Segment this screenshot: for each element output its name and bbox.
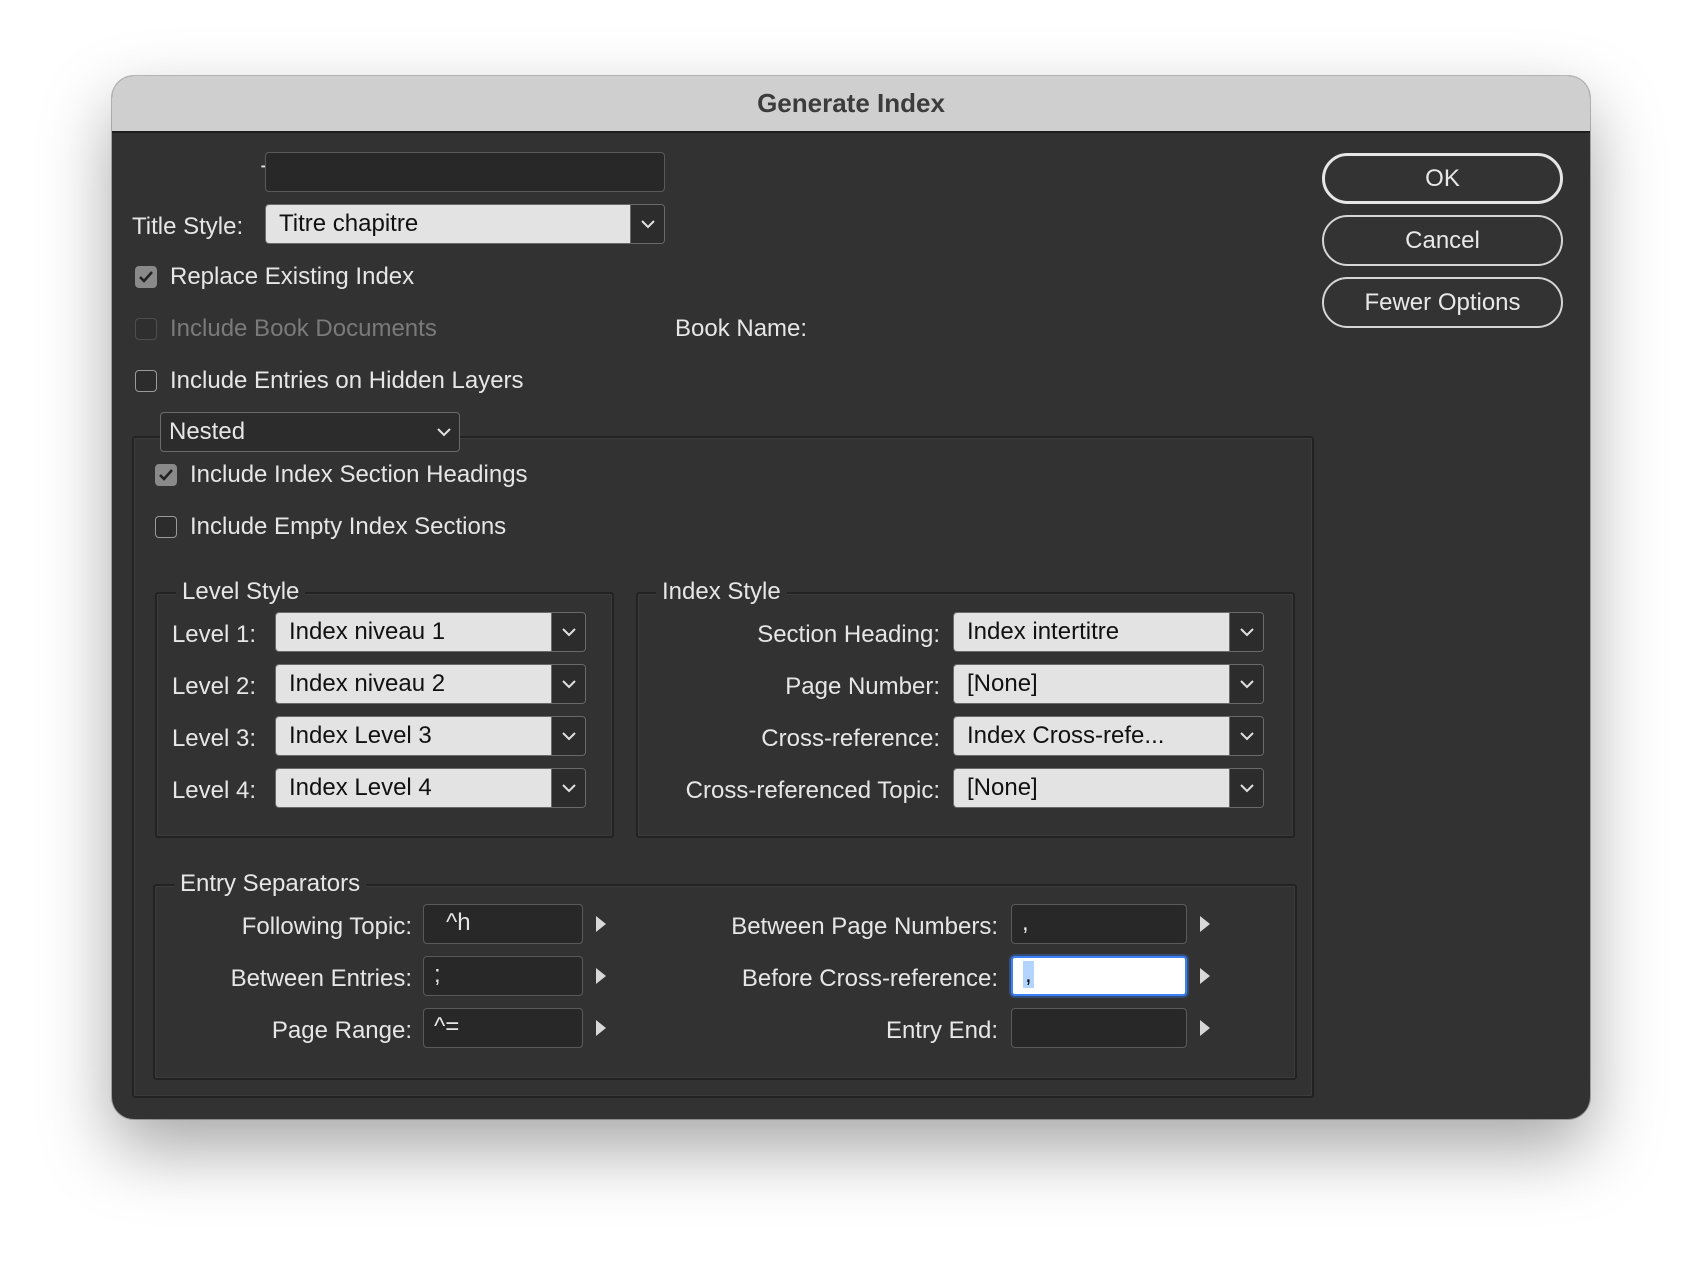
title-style-value: Titre chapitre	[266, 205, 630, 243]
level-3-label: Level 3:	[171, 725, 256, 752]
page-number-label: Page Number:	[785, 673, 940, 700]
index-format-value: Nested	[169, 418, 246, 445]
special-chars-menu-icon[interactable]	[596, 916, 606, 932]
chevron-down-icon	[1229, 613, 1263, 651]
following-topic-label: Following Topic:	[241, 913, 412, 940]
chevron-down-icon	[551, 717, 585, 755]
page-range-label: Page Range:	[271, 1017, 412, 1044]
special-chars-menu-icon[interactable]	[596, 968, 606, 984]
before-cross-reference-label: Before Cross-reference:	[741, 965, 998, 992]
title-field[interactable]	[265, 152, 665, 192]
section-headings-checkbox[interactable]	[155, 464, 177, 486]
level-style-legend: Level Style	[176, 577, 306, 607]
level-1-label: Level 1:	[171, 621, 256, 648]
level-1-select[interactable]: Index niveau 1	[275, 612, 586, 652]
book-name-label: Book Name:	[675, 315, 808, 342]
level-3-value: Index Level 3	[276, 717, 551, 755]
between-entries-field[interactable]: ;	[423, 956, 583, 996]
entry-end-field[interactable]	[1011, 1008, 1187, 1048]
cross-referenced-topic-value: [None]	[954, 769, 1229, 807]
chevron-down-icon	[437, 413, 451, 451]
entry-end-label: Entry End:	[885, 1017, 998, 1044]
page-number-value: [None]	[954, 665, 1229, 703]
special-chars-menu-icon[interactable]	[1200, 916, 1210, 932]
special-chars-menu-icon[interactable]	[1200, 1020, 1210, 1036]
between-page-numbers-field[interactable]: ,	[1011, 904, 1187, 944]
section-heading-value: Index intertitre	[954, 613, 1229, 651]
cancel-button[interactable]: Cancel	[1322, 215, 1563, 266]
replace-existing-checkbox[interactable]	[135, 266, 157, 288]
dialog-titlebar: Generate Index	[112, 76, 1590, 133]
chevron-down-icon	[551, 769, 585, 807]
title-style-select[interactable]: Titre chapitre	[265, 204, 665, 244]
special-chars-menu-icon[interactable]	[596, 1020, 606, 1036]
replace-existing-label: Replace Existing Index	[170, 263, 415, 290]
index-style-legend: Index Style	[656, 577, 787, 607]
section-heading-label: Section Heading:	[757, 621, 940, 648]
title-style-label: Title Style:	[132, 213, 244, 240]
cross-reference-value: Index Cross-refe...	[954, 717, 1229, 755]
following-topic-field[interactable]: ^h	[423, 904, 583, 944]
level-2-label: Level 2:	[171, 673, 256, 700]
chevron-down-icon	[1229, 769, 1263, 807]
checkmark-icon	[139, 271, 153, 283]
level-1-value: Index niveau 1	[276, 613, 551, 651]
before-cross-reference-field[interactable]: ,	[1011, 956, 1187, 996]
section-heading-select[interactable]: Index intertitre	[953, 612, 1264, 652]
generate-index-dialog: Generate Index Title: Title Style: Titre…	[112, 76, 1590, 1119]
selected-text: ,	[1023, 961, 1034, 988]
include-book-label: Include Book Documents	[170, 315, 437, 342]
empty-sections-label: Include Empty Index Sections	[190, 513, 507, 540]
include-hidden-checkbox[interactable]	[135, 370, 157, 392]
level-4-value: Index Level 4	[276, 769, 551, 807]
chevron-down-icon	[630, 205, 664, 243]
level-2-value: Index niveau 2	[276, 665, 551, 703]
chevron-down-icon	[551, 613, 585, 651]
checkmark-icon	[159, 469, 173, 481]
chevron-down-icon	[1229, 717, 1263, 755]
cross-reference-select[interactable]: Index Cross-refe...	[953, 716, 1264, 756]
between-entries-label: Between Entries:	[230, 965, 412, 992]
index-format-dropdown[interactable]: Nested	[160, 412, 460, 452]
cross-referenced-topic-label: Cross-referenced Topic:	[685, 777, 940, 804]
chevron-down-icon	[1229, 665, 1263, 703]
level-4-label: Level 4:	[171, 777, 256, 804]
between-page-numbers-label: Between Page Numbers:	[731, 913, 998, 940]
level-2-select[interactable]: Index niveau 2	[275, 664, 586, 704]
level-3-select[interactable]: Index Level 3	[275, 716, 586, 756]
fewer-options-button[interactable]: Fewer Options	[1322, 277, 1563, 328]
empty-sections-checkbox[interactable]	[155, 516, 177, 538]
page-number-select[interactable]: [None]	[953, 664, 1264, 704]
cross-referenced-topic-select[interactable]: [None]	[953, 768, 1264, 808]
level-4-select[interactable]: Index Level 4	[275, 768, 586, 808]
include-book-checkbox	[135, 318, 157, 340]
ok-button[interactable]: OK	[1322, 153, 1563, 204]
cross-reference-label: Cross-reference:	[761, 725, 940, 752]
entry-separators-legend: Entry Separators	[174, 869, 367, 899]
page-range-field[interactable]: ^=	[423, 1008, 583, 1048]
section-headings-label: Include Index Section Headings	[190, 461, 528, 488]
chevron-down-icon	[551, 665, 585, 703]
special-chars-menu-icon[interactable]	[1200, 968, 1210, 984]
dialog-title: Generate Index	[757, 88, 945, 118]
include-hidden-label: Include Entries on Hidden Layers	[170, 367, 524, 394]
